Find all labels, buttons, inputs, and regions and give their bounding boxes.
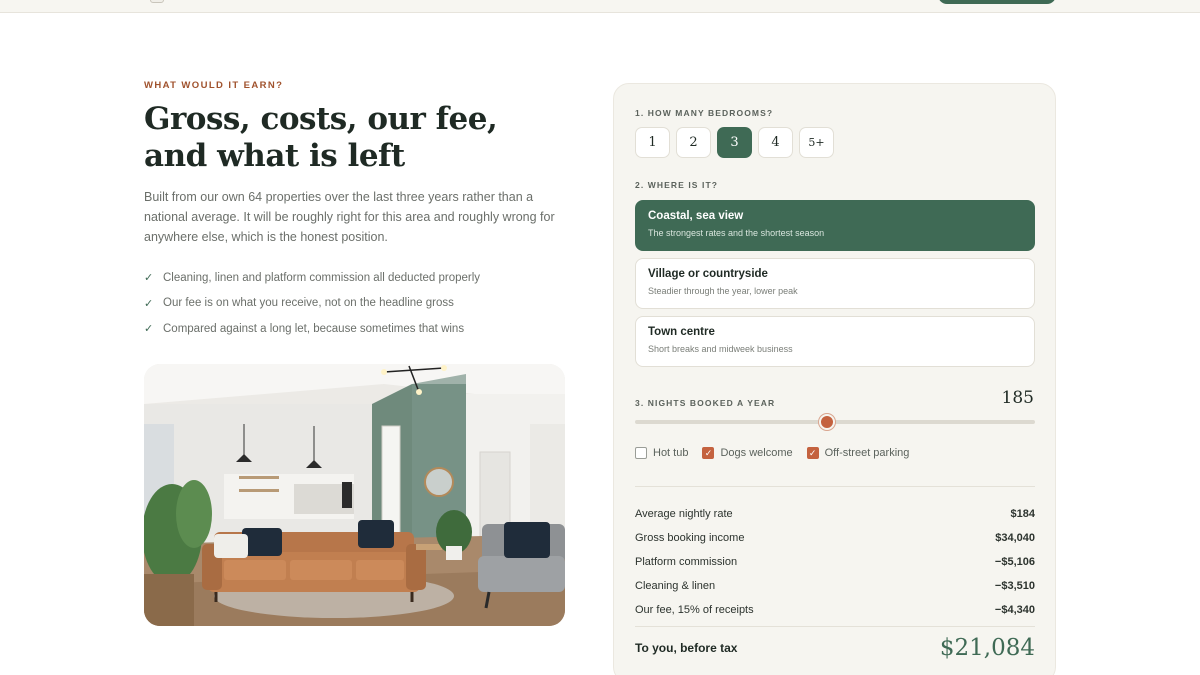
total-value: $21,084 [939,635,1035,661]
section-eyebrow: WHAT WOULD IT EARN? [144,80,284,91]
extra-dogs-welcome[interactable]: ✓ Dogs welcome [702,447,793,459]
extra-hot-tub[interactable]: Hot tub [635,447,688,459]
bedroom-option-4[interactable]: 4 [758,127,793,158]
bedrooms-label: 1. HOW MANY BEDROOMS? [635,108,774,118]
location-subtitle: Steadier through the year, lower peak [648,286,798,296]
intro-paragraph: Built from our own 64 properties over th… [144,190,555,244]
top-nav-bar [0,0,1200,13]
breakdown-row: Our fee, 15% of receipts −$4,340 [635,604,1035,616]
living-room-photo [144,364,565,626]
check-icon: ✓ [144,323,154,336]
checklist-item: ✓ Cleaning, linen and platform commission… [144,271,481,285]
page-title: Gross, costs, our fee, and what is left [144,101,498,174]
location-option-village[interactable]: Village or countryside Steadier through … [635,258,1035,309]
bedroom-option-5-plus[interactable]: 5+ [799,127,834,158]
earnings-calculator-card: 1. HOW MANY BEDROOMS? 1 2 3 4 5+ 2. WHER… [613,83,1056,675]
location-title: Town centre [648,326,715,338]
breakdown-row: Platform commission −$5,106 [635,556,1035,568]
logo-icon[interactable] [150,0,164,3]
breakdown-row: Average nightly rate $184 [635,508,1035,520]
extras-options: Hot tub ✓ Dogs welcome ✓ Off-street park… [635,447,909,459]
total-label: To you, before tax [635,641,738,655]
location-title: Coastal, sea view [648,210,744,222]
location-title: Village or countryside [648,268,768,280]
checkbox-checked-icon[interactable]: ✓ [806,447,819,459]
nights-slider[interactable] [635,414,1035,430]
breakdown-row: Cleaning & linen −$3,510 [635,580,1035,592]
checklist-item: ✓ Compared against a long let, because so… [144,322,465,336]
checklist-item: ✓ Our fee is on what you receive, not on … [144,297,454,310]
net-total: To you, before tax $21,084 [635,635,1035,661]
nights-value: 185 [1001,388,1034,408]
extra-off-street-parking[interactable]: ✓ Off-street parking [806,447,909,459]
bedroom-option-1[interactable]: 1 [635,127,670,158]
bedroom-option-2[interactable]: 2 [676,127,711,158]
intro-section: WHAT WOULD IT EARN? Gross, costs, our fe… [144,80,574,342]
checkbox-checked-icon[interactable]: ✓ [702,447,715,459]
earnings-breakdown: Average nightly rate $184 Gross booking … [635,502,1035,622]
nights-label: 3. NIGHTS BOOKED A YEAR [635,398,776,408]
slider-thumb[interactable] [819,414,835,430]
bedroom-selector: 1 2 3 4 5+ [635,127,834,158]
feature-checklist: ✓ Cleaning, linen and platform commission… [144,265,574,342]
bedroom-option-3[interactable]: 3 [717,127,752,158]
check-icon: ✓ [144,297,154,310]
divider [635,626,1035,627]
location-subtitle: The strongest rates and the shortest sea… [648,228,825,238]
breakdown-row: Gross booking income $34,040 [635,532,1035,544]
divider [635,486,1035,487]
location-option-coastal[interactable]: Coastal, sea view The strongest rates an… [635,200,1035,251]
location-option-town-centre[interactable]: Town centre Short breaks and midweek bus… [635,316,1035,367]
nav-cta-button[interactable] [938,0,1056,4]
location-subtitle: Short breaks and midweek business [648,344,793,354]
location-label: 2. WHERE IS IT? [635,180,719,190]
check-icon: ✓ [144,272,154,285]
checkbox-icon[interactable] [635,447,647,459]
